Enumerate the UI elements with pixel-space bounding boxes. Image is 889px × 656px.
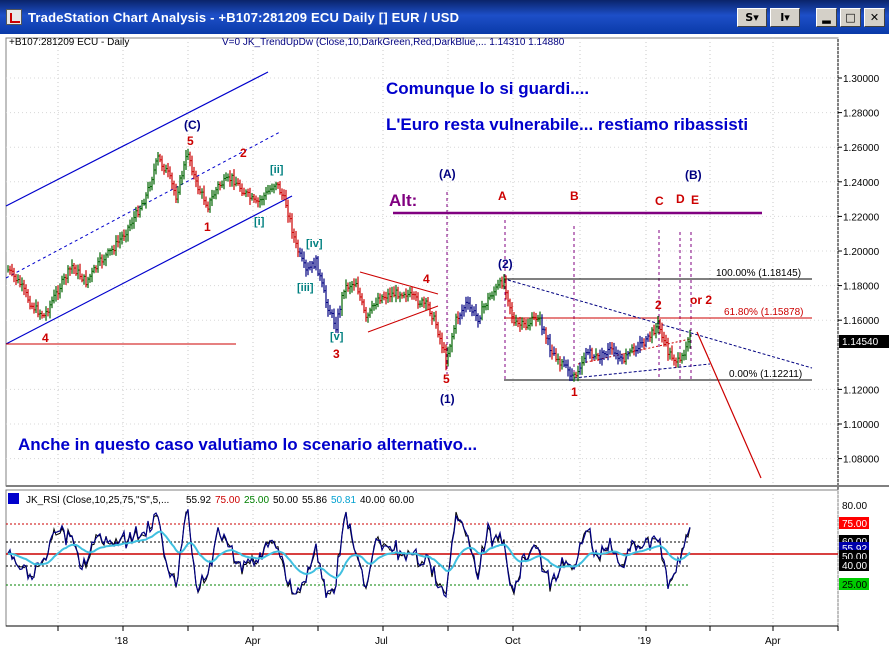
price-tick-label: 1.20000 xyxy=(843,247,880,258)
wave-2-top: 2 xyxy=(240,146,247,160)
fib-100-label: 100.00% (1.18145) xyxy=(716,268,801,279)
time-axis-label: Oct xyxy=(505,636,521,647)
comment-line-1: Comunque lo si guardi.... xyxy=(386,79,589,98)
window-controls: S ▾ I ▾ ▂ □ ✕ xyxy=(737,8,885,27)
rsi-panel-frame xyxy=(5,489,839,627)
rsi-header-name: JK_RSI (Close,10,25,75,"S",5,... xyxy=(26,495,169,506)
price-tick-label: 1.18000 xyxy=(843,282,880,293)
time-axis-labels: '18 Apr Jul Oct '19 Apr xyxy=(115,636,781,647)
window-titlebar: TradeStation Chart Analysis - +B107:2812… xyxy=(0,0,889,34)
symbol-label: +B107:281209 ECU - Daily xyxy=(9,37,129,48)
rsi-header-value: 25.00 xyxy=(244,495,269,506)
price-tick-label: 1.16000 xyxy=(843,316,880,327)
wave-5-top: 5 xyxy=(187,134,194,148)
minimize-icon: ▂ xyxy=(822,11,831,24)
price-tick-label: 1.30000 xyxy=(843,74,880,85)
wave-D: D xyxy=(676,192,685,206)
wave-3: 3 xyxy=(333,347,340,361)
minimize-button[interactable]: ▂ xyxy=(816,8,837,27)
rsi-header-value: 50.81 xyxy=(331,495,356,506)
time-axis-label: '18 xyxy=(115,636,128,647)
indicator-header: V=0 JK_TrendUpDw (Close,10,DarkGreen,Red… xyxy=(222,37,565,48)
rsi-axis-80: 80.00 xyxy=(842,501,867,512)
wave-iv: [iv] xyxy=(306,238,323,250)
wave-1-top: 1 xyxy=(204,220,211,234)
current-price-text: 1.14540 xyxy=(842,337,879,348)
wave-E: E xyxy=(691,193,699,207)
price-panel-frame xyxy=(5,37,839,487)
rsi-header-value: 55.92 xyxy=(186,495,211,506)
wave-A-paren: (A) xyxy=(439,167,456,181)
rsi-header-value: 50.00 xyxy=(273,495,298,506)
wave-C: C xyxy=(655,194,664,208)
wave-iii: [iii] xyxy=(297,282,314,294)
rsi-badge-text: 25.00 xyxy=(842,580,867,591)
chart-area[interactable]: +B107:281209 ECU - Daily V=0 JK_TrendUpD… xyxy=(0,34,889,656)
comment-line-3: Anche in questo caso valutiamo lo scenar… xyxy=(18,435,477,454)
time-axis-label: Apr xyxy=(765,636,781,647)
rsi-badge-text: 75.00 xyxy=(842,519,867,530)
s-menu-button[interactable]: S ▾ xyxy=(737,8,767,27)
wave-4-left: 4 xyxy=(42,331,49,345)
window-title: TradeStation Chart Analysis - +B107:2812… xyxy=(28,9,460,25)
time-axis-label: '19 xyxy=(638,636,651,647)
wave-v: [v] xyxy=(330,331,344,343)
rsi-header-value: 60.00 xyxy=(389,495,414,506)
chart-svg[interactable]: +B107:281209 ECU - Daily V=0 JK_TrendUpD… xyxy=(0,34,889,656)
price-tick-label: 1.26000 xyxy=(843,143,880,154)
wave-ii: [ii] xyxy=(270,164,284,176)
rsi-color-swatch[interactable] xyxy=(8,493,19,504)
rsi-header-value: 40.00 xyxy=(360,495,385,506)
time-axis-label: Jul xyxy=(375,636,388,647)
wave-1-low: 1 xyxy=(571,385,578,399)
price-tick-label: 1.24000 xyxy=(843,178,880,189)
time-axis-label: Apr xyxy=(245,636,261,647)
wave-i: [i] xyxy=(254,216,265,228)
rsi-header-value: 55.86 xyxy=(302,495,327,506)
wave-2-right: 2 xyxy=(655,298,662,312)
wave-A: A xyxy=(498,189,507,203)
alt-label: Alt: xyxy=(389,191,417,210)
price-axis-ticks: 1.30000 1.28000 1.26000 1.24000 1.22000 1.200… xyxy=(838,74,880,466)
s-menu-label: S xyxy=(745,11,754,24)
fib-618-label: 61.80% (1.15878) xyxy=(724,307,804,318)
wave-C-paren: (C) xyxy=(184,118,201,132)
price-tick-label: 1.12000 xyxy=(843,385,880,396)
maximize-icon: □ xyxy=(845,11,856,24)
wave-B-paren: (B) xyxy=(685,168,702,182)
price-tick-label: 1.10000 xyxy=(843,420,880,431)
close-button[interactable]: ✕ xyxy=(864,8,885,27)
price-tick-label: 1.22000 xyxy=(843,212,880,223)
wave-5-low: 5 xyxy=(443,372,450,386)
price-tick-label: 1.28000 xyxy=(843,109,880,120)
rsi-badges: 75.0060.0055.9250.0040.0025.00 xyxy=(839,517,869,591)
comment-line-2: L'Euro resta vulnerabile... restiamo rib… xyxy=(386,115,748,134)
wave-or2: or 2 xyxy=(690,293,712,307)
wave-2-paren: (2) xyxy=(498,257,513,271)
tradestation-app-icon[interactable] xyxy=(6,9,22,25)
wave-B: B xyxy=(570,189,579,203)
close-icon: ✕ xyxy=(869,11,880,24)
rsi-badge-text: 40.00 xyxy=(842,561,867,572)
maximize-button[interactable]: □ xyxy=(840,8,861,27)
wave-4-triangle: 4 xyxy=(423,272,430,286)
rsi-header-value: 75.00 xyxy=(215,495,240,506)
wave-1-paren: (1) xyxy=(440,392,455,406)
fib-0-label: 0.00% (1.12211) xyxy=(729,369,802,380)
price-tick-label: 1.08000 xyxy=(843,455,880,466)
i-menu-button[interactable]: I ▾ xyxy=(770,8,800,27)
i-menu-label: I xyxy=(780,11,785,24)
